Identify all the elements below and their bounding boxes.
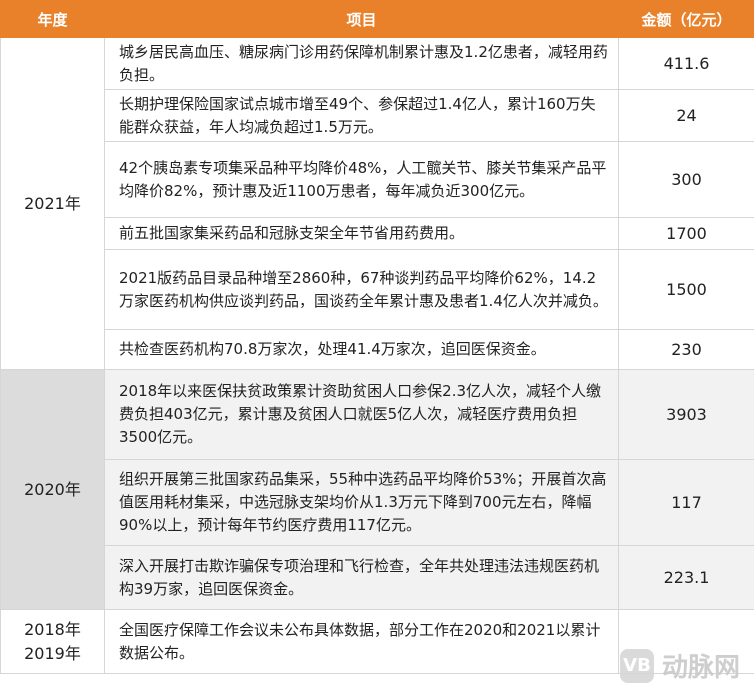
watermark-text: 动脉网 bbox=[661, 653, 740, 683]
amount-cell: 1500 bbox=[618, 249, 754, 330]
header-year: 年度 bbox=[0, 0, 105, 38]
table-row: 深入开展打击欺诈骗保专项治理和飞行检查，全年共处理违法违规医药机构39万家，追回… bbox=[1, 545, 754, 610]
year-cell-2018-2019: 2018年 2019年 bbox=[0, 609, 105, 674]
amount-cell: 411.6 bbox=[618, 37, 754, 90]
header-row: 年度 项目 金额（亿元） bbox=[0, 0, 754, 38]
amount-cell: 117 bbox=[618, 459, 754, 546]
year-cell-2021: 2021年 bbox=[0, 37, 105, 370]
item-cell: 2018年以来医保扶贫政策累计资助贫困人口参保2.3亿人次，减轻个人缴费负担40… bbox=[104, 369, 619, 460]
item-cell: 城乡居民高血压、糖尿病门诊用药保障机制累计惠及1.2亿患者，减轻用药负担。 bbox=[104, 37, 619, 90]
header-amount: 金额（亿元） bbox=[618, 0, 754, 38]
amount-cell: 223.1 bbox=[618, 545, 754, 610]
data-table: 年度 项目 金额（亿元） 2021年 城乡居民高血压、糖尿病门诊用药保障机制累计… bbox=[0, 0, 754, 674]
amount-cell: 300 bbox=[618, 141, 754, 218]
table-row: 长期护理保险国家试点城市增至49个、参保超过1.4亿人，累计160万失能群众获益… bbox=[1, 89, 754, 142]
amount-cell: 230 bbox=[618, 329, 754, 370]
table-row: 2021版药品目录品种增至2860种，67种谈判药品平均降价62%，14.2万家… bbox=[1, 249, 754, 330]
year-line-2019: 2019年 bbox=[24, 643, 81, 663]
item-cell: 组织开展第三批国家药品集采，55种中选药品平均降价53%；开展首次高值医用耗材集… bbox=[104, 459, 619, 546]
item-cell: 全国医疗保障工作会议未公布具体数据，部分工作在2020和2021以累计数据公布。 bbox=[104, 609, 619, 674]
watermark: VB 动脉网 bbox=[619, 647, 740, 684]
table-row: 2020年 2018年以来医保扶贫政策累计资助贫困人口参保2.3亿人次，减轻个人… bbox=[0, 369, 754, 610]
year-line-2018: 2018年 bbox=[24, 619, 81, 639]
amount-cell: 3903 bbox=[618, 369, 754, 460]
item-cell: 深入开展打击欺诈骗保专项治理和飞行检查，全年共处理违法违规医药机构39万家，追回… bbox=[104, 545, 619, 610]
amount-cell: 24 bbox=[618, 89, 754, 142]
item-cell: 42个胰岛素专项集采品种平均降价48%，人工髋关节、膝关节集采产品平均降价82%… bbox=[104, 141, 619, 218]
table-row: 前五批国家集采药品和冠脉支架全年节省用药费用。 1700 bbox=[1, 217, 754, 250]
item-cell: 2021版药品目录品种增至2860种，67种谈判药品平均降价62%，14.2万家… bbox=[104, 249, 619, 330]
table-row: 2021年 城乡居民高血压、糖尿病门诊用药保障机制累计惠及1.2亿患者，减轻用药… bbox=[0, 37, 754, 370]
item-cell: 前五批国家集采药品和冠脉支架全年节省用药费用。 bbox=[104, 217, 619, 250]
table-row: 42个胰岛素专项集采品种平均降价48%，人工髋关节、膝关节集采产品平均降价82%… bbox=[1, 141, 754, 218]
amount-cell: 1700 bbox=[618, 217, 754, 250]
table-row: 共检查医药机构70.8万家次，处理41.4万家次，追回医保资金。 230 bbox=[1, 329, 754, 370]
header-item: 项目 bbox=[104, 0, 619, 38]
year-cell-2020: 2020年 bbox=[0, 369, 105, 610]
item-cell: 长期护理保险国家试点城市增至49个、参保超过1.4亿人，累计160万失能群众获益… bbox=[104, 89, 619, 142]
table-row: 组织开展第三批国家药品集采，55种中选药品平均降价53%；开展首次高值医用耗材集… bbox=[1, 459, 754, 546]
watermark-logo-icon: VB bbox=[619, 648, 654, 683]
item-cell: 共检查医药机构70.8万家次，处理41.4万家次，追回医保资金。 bbox=[104, 329, 619, 370]
